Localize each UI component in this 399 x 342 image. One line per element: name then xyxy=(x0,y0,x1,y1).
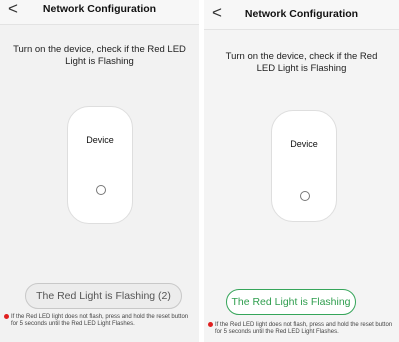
screen-right: < Network Configuration Turn on the devi… xyxy=(204,0,399,342)
instruction-text: Turn on the device, check if the Red LED… xyxy=(225,51,378,74)
page-title: Network Configuration xyxy=(42,3,157,15)
instruction-text: Turn on the device, check if the Red LED… xyxy=(13,44,186,67)
device-label: Device xyxy=(86,135,114,145)
red-light-flashing-button[interactable]: The Red Light is Flashing xyxy=(226,289,356,315)
nav-bar: < Network Configuration xyxy=(204,0,399,30)
nav-bar: < Network Configuration xyxy=(0,0,199,25)
reset-note-text: If the Red LED light does not flash, pre… xyxy=(215,322,393,335)
led-indicator-icon xyxy=(300,191,310,201)
led-indicator-icon xyxy=(96,185,106,195)
page-title: Network Configuration xyxy=(244,8,359,20)
red-light-flashing-button[interactable]: The Red Light is Flashing (2) xyxy=(25,283,182,309)
reset-note: If the Red LED light does not flash, pre… xyxy=(4,314,195,328)
reset-note: If the Red LED light does not flash, pre… xyxy=(208,322,395,336)
device-illustration: Device xyxy=(271,110,337,222)
reset-note-text: If the Red LED light does not flash, pre… xyxy=(11,314,189,327)
screen-left: < Network Configuration Turn on the devi… xyxy=(0,0,199,342)
alert-dot-icon xyxy=(208,322,213,327)
device-illustration: Device xyxy=(67,106,133,224)
device-label: Device xyxy=(290,139,318,149)
alert-dot-icon xyxy=(4,314,9,319)
